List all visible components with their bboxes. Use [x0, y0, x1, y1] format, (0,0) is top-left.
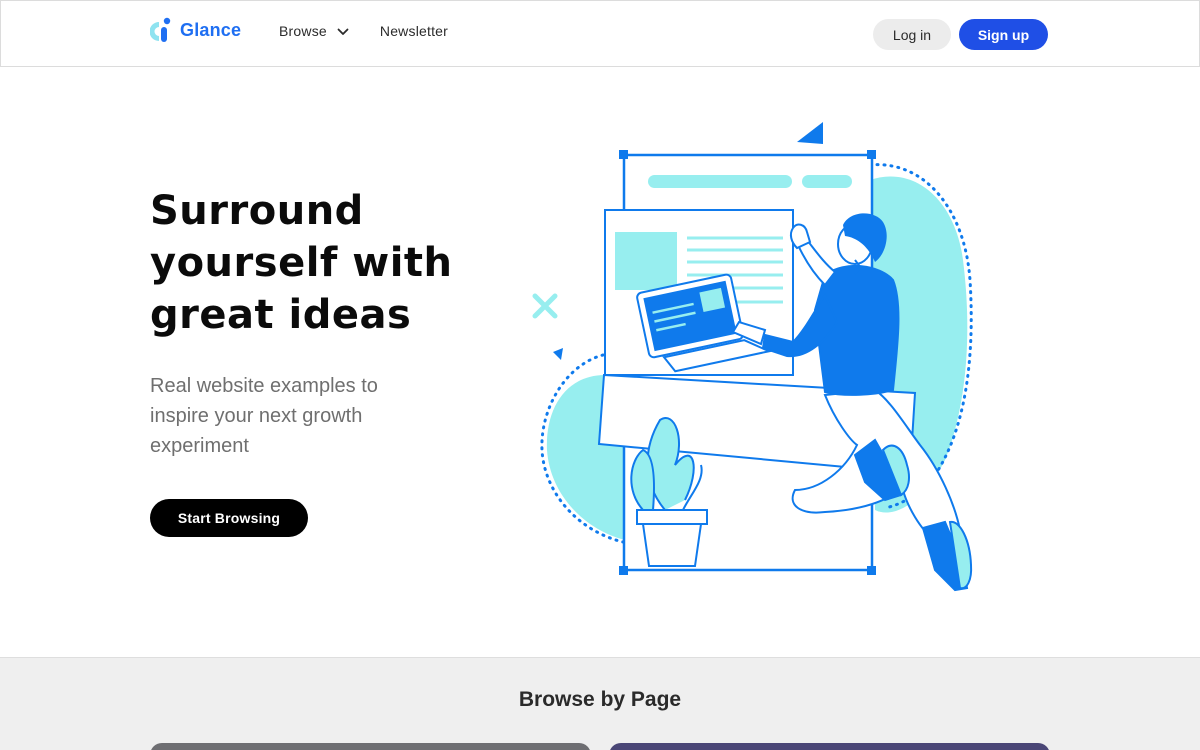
page-category-card[interactable] [150, 743, 591, 750]
page-category-card[interactable] [609, 743, 1050, 750]
chevron-down-icon [337, 23, 349, 39]
hero-title: Surround yourself with great ideas [150, 185, 490, 341]
hero-title-line: great ideas [150, 292, 412, 338]
browse-by-page-section: Browse by Page [0, 657, 1200, 750]
newsletter-link[interactable]: Newsletter [380, 23, 448, 39]
start-browsing-button[interactable]: Start Browsing [150, 499, 308, 537]
signup-button[interactable]: Sign up [959, 19, 1048, 50]
logo-text: Glance [180, 19, 242, 40]
hero-title-line: yourself with [150, 240, 453, 286]
browse-section-title: Browse by Page [518, 688, 682, 711]
glance-logo-icon [150, 17, 174, 43]
logo-link[interactable]: Glance [150, 17, 241, 43]
main-nav: Browse Newsletter [279, 23, 448, 39]
hero-subtitle: Real website examples to inspire your ne… [150, 375, 378, 457]
login-button[interactable]: Log in [873, 19, 951, 50]
browse-dropdown[interactable]: Browse [279, 23, 349, 39]
hero-title-line: Surround [150, 188, 364, 234]
site-header: Glance Browse Newsletter Log in Sign up [0, 0, 1200, 67]
browse-label: Browse [279, 23, 327, 39]
hero-illustration [525, 110, 985, 600]
